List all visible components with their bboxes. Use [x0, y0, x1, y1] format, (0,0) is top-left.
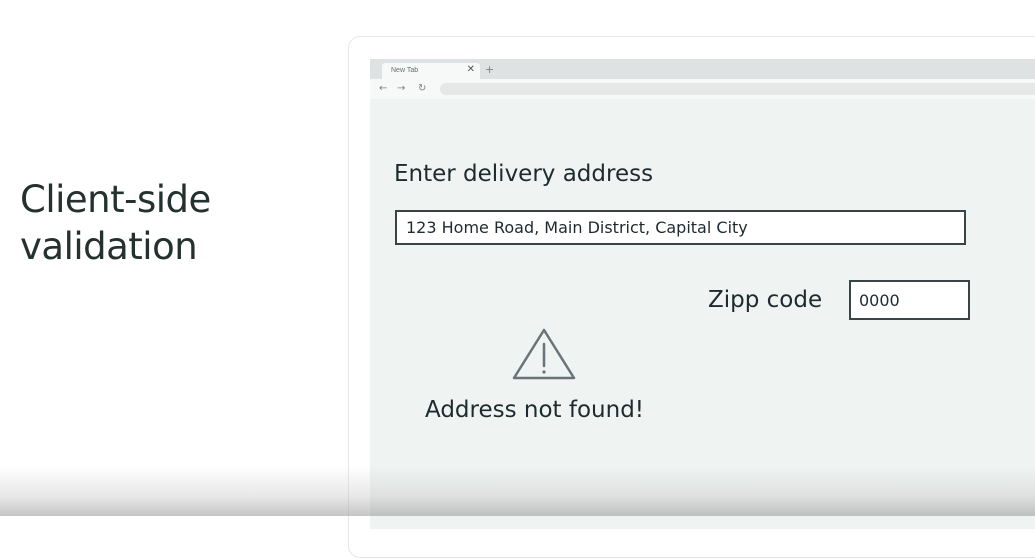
- browser-window: New Tab ✕ + ← → ↻ Enter delivery address…: [370, 59, 1035, 529]
- browser-toolbar: ← → ↻: [370, 79, 1035, 99]
- zip-code-label: Zipp code: [708, 287, 823, 313]
- form-heading: Enter delivery address: [394, 161, 654, 187]
- tab-close-icon[interactable]: ✕: [467, 65, 475, 75]
- address-bar[interactable]: [440, 83, 1035, 95]
- tab-strip: New Tab ✕ +: [370, 59, 1035, 79]
- delivery-address-input[interactable]: [395, 210, 966, 245]
- slide-title-line-2: validation: [20, 225, 198, 268]
- slide-title: Client-side validation: [20, 176, 340, 270]
- tab-new-tab[interactable]: New Tab ✕: [382, 63, 480, 79]
- slide-title-line-1: Client-side: [20, 178, 211, 221]
- zip-code-input[interactable]: [849, 280, 970, 320]
- forward-arrow-icon[interactable]: →: [397, 83, 405, 95]
- reload-icon[interactable]: ↻: [418, 83, 426, 95]
- error-message: Address not found!: [425, 397, 645, 423]
- new-tab-icon[interactable]: +: [485, 64, 494, 75]
- tab-label: New Tab: [391, 67, 419, 74]
- warning-triangle-icon: [512, 328, 576, 380]
- back-arrow-icon[interactable]: ←: [379, 83, 387, 95]
